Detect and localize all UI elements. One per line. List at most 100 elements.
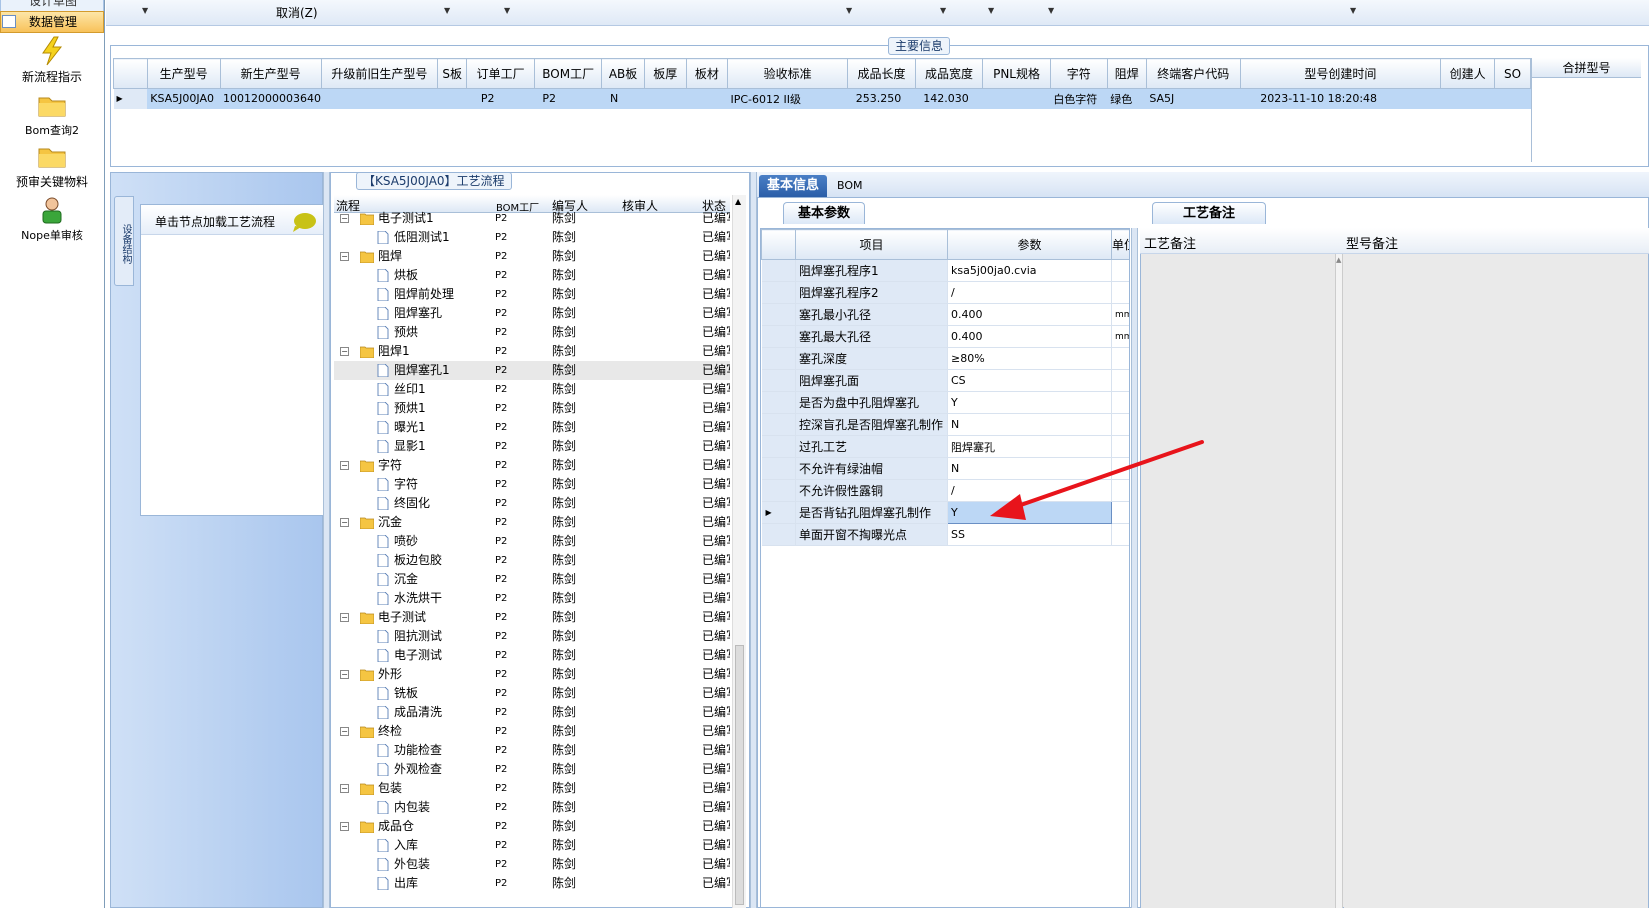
- table-cell[interactable]: [644, 88, 687, 109]
- table-cell[interactable]: N: [601, 88, 645, 109]
- col-header[interactable]: S板: [436, 58, 468, 89]
- param-row[interactable]: 塞孔最大孔径0.400mm: [761, 325, 1129, 348]
- col-header[interactable]: 订单工厂: [466, 58, 535, 89]
- param-value[interactable]: Y: [947, 391, 1112, 414]
- process-note-text[interactable]: [1141, 254, 1335, 908]
- side-tab-structure[interactable]: 设备结构: [114, 196, 134, 286]
- collapse-toggle-icon[interactable]: −: [340, 214, 349, 223]
- param-row[interactable]: 阻焊塞孔程序2/: [761, 281, 1129, 304]
- col-header[interactable]: 字符: [1049, 58, 1108, 89]
- param-value[interactable]: ksa5j00ja0.cvia: [947, 259, 1112, 282]
- collapse-toggle-icon[interactable]: −: [340, 670, 349, 679]
- tree-node[interactable]: 电子测试 P2 陈剑 已编写: [334, 646, 730, 665]
- col-header[interactable]: 创建人: [1440, 58, 1495, 89]
- table-row[interactable]: ▶ KSA5J00JA0 10012000003640 P2 P2 N IPC-…: [113, 88, 1531, 109]
- chevron-down-icon[interactable]: ▼: [1350, 6, 1356, 15]
- tab-bom[interactable]: BOM: [829, 175, 871, 197]
- table-cell[interactable]: [1440, 88, 1495, 109]
- table-cell[interactable]: 白色字符: [1050, 88, 1108, 109]
- col-header[interactable]: 成品长度: [847, 58, 916, 89]
- tree-node[interactable]: − 电子测试1 P2 陈剑 已编写: [334, 209, 730, 228]
- tree-node[interactable]: − 阻焊1 P2 陈剑 已编写: [334, 342, 730, 361]
- tree-node[interactable]: 烘板 P2 陈剑 已编写: [334, 266, 730, 285]
- chevron-down-icon[interactable]: ▼: [1048, 6, 1054, 15]
- chevron-down-icon[interactable]: ▼: [142, 6, 148, 15]
- tree-node[interactable]: 出库 P2 陈剑 已编写: [334, 874, 730, 893]
- scroll-up-icon[interactable]: ▲: [735, 197, 741, 206]
- splitter-left[interactable]: [323, 172, 330, 908]
- param-row[interactable]: 塞孔深度 ≥80%: [761, 347, 1129, 370]
- table-cell[interactable]: IPC-6012 II级: [727, 88, 848, 109]
- notes-scrollbar[interactable]: ▲: [1335, 254, 1343, 908]
- param-value[interactable]: ≥80%: [947, 347, 1112, 370]
- table-cell[interactable]: SA5J: [1146, 88, 1241, 109]
- tree-node[interactable]: − 阻焊 P2 陈剑 已编写: [334, 247, 730, 266]
- col-header[interactable]: 型号创建时间: [1239, 58, 1442, 89]
- param-row[interactable]: 是否为盘中孔阻焊塞孔 Y: [761, 391, 1129, 414]
- tree-node[interactable]: 成品清洗 P2 陈剑 已编写: [334, 703, 730, 722]
- scroll-up-icon[interactable]: ▲: [1336, 256, 1341, 264]
- chevron-down-icon[interactable]: ▼: [444, 6, 450, 15]
- param-row[interactable]: 阻焊塞孔程序1 ksa5j00ja0.cvia: [761, 259, 1129, 282]
- collapse-toggle-icon[interactable]: −: [340, 784, 349, 793]
- tree-node[interactable]: 预烘 P2 陈剑 已编写: [334, 323, 730, 342]
- nav-item-key-material[interactable]: 预审关键物料: [0, 141, 104, 190]
- tree-node[interactable]: − 字符 P2 陈剑 已编写: [334, 456, 730, 475]
- table-cell[interactable]: 10012000003640: [220, 88, 322, 109]
- collapse-toggle-icon[interactable]: −: [340, 613, 349, 622]
- tree-node[interactable]: 曝光1 P2 陈剑 已编写: [334, 418, 730, 437]
- tree-node[interactable]: 阻焊前处理 P2 陈剑 已编写: [334, 285, 730, 304]
- chevron-down-icon[interactable]: ▼: [504, 6, 510, 15]
- row-header[interactable]: [761, 347, 796, 370]
- param-value[interactable]: /: [947, 281, 1112, 304]
- collapse-toggle-icon[interactable]: −: [340, 347, 349, 356]
- collapse-toggle-icon[interactable]: −: [340, 518, 349, 527]
- tree-node[interactable]: 沉金 P2 陈剑 已编写: [334, 570, 730, 589]
- collapse-toggle-icon[interactable]: −: [340, 822, 349, 831]
- table-cell[interactable]: 绿色: [1107, 88, 1147, 109]
- col-header[interactable]: AB板: [601, 58, 645, 89]
- tree-node[interactable]: 显影1 P2 陈剑 已编写: [334, 437, 730, 456]
- row-header[interactable]: [761, 413, 796, 436]
- table-cell[interactable]: [1494, 88, 1531, 109]
- tree-node[interactable]: 终固化 P2 陈剑 已编写: [334, 494, 730, 513]
- row-header[interactable]: [761, 325, 796, 348]
- table-cell[interactable]: P2: [534, 88, 602, 109]
- row-header[interactable]: [761, 259, 796, 282]
- param-row[interactable]: 阻焊塞孔面 CS: [761, 369, 1129, 392]
- collapse-toggle-icon[interactable]: −: [340, 461, 349, 470]
- col-header[interactable]: 升级前旧生产型号: [320, 58, 438, 89]
- row-header[interactable]: [761, 369, 796, 392]
- col-header[interactable]: BOM工厂: [533, 58, 603, 89]
- row-header[interactable]: [761, 303, 796, 326]
- row-header[interactable]: [761, 435, 796, 458]
- col-header[interactable]: PNL规格: [982, 58, 1051, 89]
- tree-node[interactable]: − 成品仓 P2 陈剑 已编写: [334, 817, 730, 836]
- tree-node[interactable]: − 终检 P2 陈剑 已编写: [334, 722, 730, 741]
- col-header[interactable]: 项目: [795, 229, 948, 260]
- tree-node[interactable]: − 电子测试 P2 陈剑 已编写: [334, 608, 730, 627]
- col-header[interactable]: 终端客户代码: [1145, 58, 1241, 89]
- col-header[interactable]: 生产型号: [146, 58, 221, 89]
- splitter-middle[interactable]: [750, 172, 757, 908]
- col-header[interactable]: 阻焊: [1106, 58, 1147, 89]
- col-header[interactable]: 参数: [947, 229, 1112, 260]
- tab-basic-info[interactable]: 基本信息: [759, 175, 828, 197]
- tree-node[interactable]: − 外形 P2 陈剑 已编写: [334, 665, 730, 684]
- tree-node[interactable]: 入库 P2 陈剑 已编写: [334, 836, 730, 855]
- param-value[interactable]: 0.400: [947, 325, 1112, 348]
- col-header[interactable]: 单位: [1111, 229, 1129, 260]
- col-header[interactable]: 新生产型号: [219, 58, 322, 89]
- tree-node[interactable]: 外包装 P2 陈剑 已编写: [334, 855, 730, 874]
- collapse-toggle-icon[interactable]: −: [340, 252, 349, 261]
- row-header[interactable]: [761, 281, 796, 304]
- table-cell[interactable]: [686, 88, 728, 109]
- row-header[interactable]: [761, 523, 796, 546]
- tree-node[interactable]: 喷砂 P2 陈剑 已编写: [334, 532, 730, 551]
- table-cell[interactable]: 253.250: [847, 88, 916, 109]
- chevron-down-icon[interactable]: ▼: [846, 6, 852, 15]
- tree-node[interactable]: 板边包胶 P2 陈剑 已编写: [334, 551, 730, 570]
- col-header[interactable]: SO: [1493, 58, 1532, 89]
- nav-item-nope-review[interactable]: Nope单审核: [0, 195, 104, 243]
- tree-node[interactable]: 阻抗测试 P2 陈剑 已编写: [334, 627, 730, 646]
